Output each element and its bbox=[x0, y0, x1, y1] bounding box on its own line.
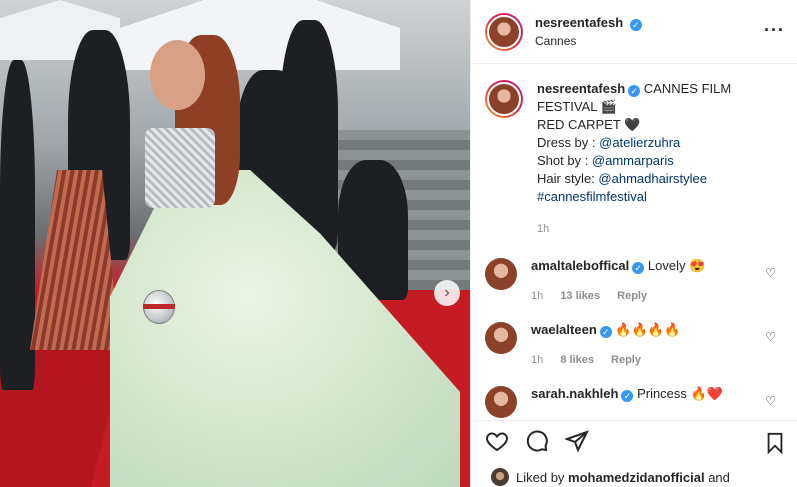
comment-time[interactable]: 1h bbox=[531, 354, 543, 366]
comment-time[interactable]: 1h bbox=[531, 290, 543, 302]
clutch-band bbox=[143, 304, 175, 309]
like-comment-heart-icon[interactable]: ♡ bbox=[765, 266, 776, 280]
reply-button[interactable]: Reply bbox=[611, 354, 641, 366]
like-comment-heart-icon[interactable]: ♡ bbox=[765, 394, 776, 408]
caption-username[interactable]: nesreentafesh bbox=[537, 81, 625, 96]
post-header: nesreentafesh ✓ Cannes ··· bbox=[471, 0, 797, 64]
comment-username[interactable]: waelalteen bbox=[531, 322, 597, 337]
author-avatar[interactable] bbox=[485, 12, 523, 51]
bookmark-icon[interactable] bbox=[764, 431, 786, 455]
post-location[interactable]: Cannes bbox=[535, 34, 642, 48]
heart-icon[interactable] bbox=[485, 429, 509, 453]
liked-by-suffix: and bbox=[708, 469, 730, 485]
crystal-bodice bbox=[145, 128, 215, 208]
commenter-avatar[interactable] bbox=[485, 386, 517, 418]
hashtag-link[interactable]: #cannesfilmfestival bbox=[537, 189, 647, 204]
mention-link[interactable]: @ammarparis bbox=[592, 153, 674, 168]
share-icon[interactable] bbox=[565, 429, 589, 453]
verified-badge-icon: ✓ bbox=[621, 390, 634, 402]
author-avatar[interactable] bbox=[485, 80, 523, 118]
comment-item: waelalteen ✓ 🔥🔥🔥🔥 1h 8 likes Reply ♡ bbox=[485, 322, 784, 366]
verified-badge-icon: ✓ bbox=[628, 85, 641, 97]
post-actions-bar bbox=[471, 420, 797, 460]
caption-label: Hair style: bbox=[537, 171, 599, 186]
comment-item: amaltaleboffical ✓ Lovely 😍 1h 13 likes R… bbox=[485, 258, 784, 302]
verified-badge-icon: ✓ bbox=[629, 19, 642, 31]
comments-section[interactable]: nesreentafesh ✓ CANNES FILM FESTIVAL 🎬 RE… bbox=[471, 64, 797, 420]
post-photo[interactable]: › bbox=[0, 0, 470, 487]
comment-icon[interactable] bbox=[525, 429, 549, 453]
comment-username[interactable]: sarah.nakhleh bbox=[531, 386, 618, 401]
comment-likes[interactable]: 8 likes bbox=[560, 354, 594, 366]
liked-by-prefix: Liked by bbox=[516, 469, 565, 485]
reply-button[interactable]: Reply bbox=[617, 290, 647, 302]
bystander bbox=[0, 60, 35, 390]
verified-badge-icon: ✓ bbox=[632, 262, 645, 274]
mention-link[interactable]: @ahmadhairstylee bbox=[598, 171, 707, 186]
mention-link[interactable]: @atelierzuhra bbox=[599, 135, 680, 150]
next-photo-button[interactable]: › bbox=[434, 280, 460, 306]
chevron-right-icon: › bbox=[444, 284, 450, 301]
commenter-avatar[interactable] bbox=[485, 258, 517, 290]
author-username[interactable]: nesreentafesh bbox=[535, 15, 623, 30]
liker-username[interactable]: mohamedzidanofficial bbox=[568, 470, 705, 485]
verified-badge-icon: ✓ bbox=[599, 326, 612, 338]
head bbox=[150, 40, 205, 110]
caption-label: Shot by : bbox=[537, 153, 592, 168]
comment-text: 🔥🔥🔥🔥 bbox=[615, 322, 681, 337]
more-options-button[interactable]: ··· bbox=[764, 20, 785, 41]
comment-text: Princess 🔥❤️ bbox=[637, 386, 723, 401]
comment-likes[interactable]: 13 likes bbox=[560, 290, 600, 302]
caption-line: RED CARPET 🖤 bbox=[537, 117, 641, 132]
post-details-panel: nesreentafesh ✓ Cannes ··· nesreentafesh… bbox=[470, 0, 797, 487]
comment-item: sarah.nakhleh ✓ Princess 🔥❤️ ♡ bbox=[485, 386, 784, 418]
comment-text: Lovely 😍 bbox=[647, 258, 706, 273]
liked-by-line: Liked by mohamedzidanofficial and bbox=[491, 468, 730, 486]
caption-label: Dress by : bbox=[537, 135, 600, 150]
post-caption: nesreentafesh ✓ CANNES FILM FESTIVAL 🎬 RE… bbox=[485, 80, 784, 238]
commenter-avatar[interactable] bbox=[485, 322, 517, 354]
caption-timestamp[interactable]: 1h bbox=[537, 220, 757, 238]
liker-avatar[interactable] bbox=[491, 468, 509, 486]
like-comment-heart-icon[interactable]: ♡ bbox=[765, 330, 776, 344]
comment-username[interactable]: amaltaleboffical bbox=[531, 258, 629, 273]
more-horizontal-icon: ··· bbox=[764, 20, 785, 40]
